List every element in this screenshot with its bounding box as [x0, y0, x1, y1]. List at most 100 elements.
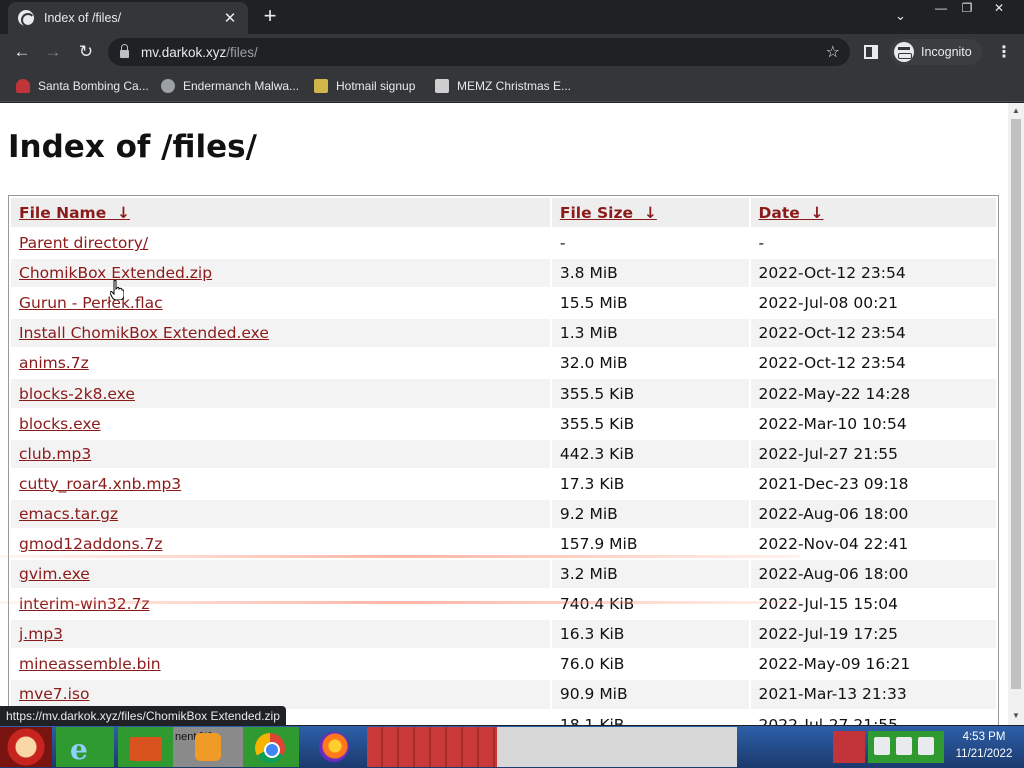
side-panel-icon[interactable]	[864, 45, 878, 59]
folder-icon	[130, 737, 162, 761]
file-date-cell: 2022-Jul-27 21:55	[758, 715, 899, 725]
table-row: blocks-2k8.exe 355.5 KiB 2022-May-22 14:28	[11, 379, 996, 408]
tab-active[interactable]: Index of /files/ ✕	[8, 2, 248, 34]
action-center-flag-icon[interactable]	[874, 737, 890, 755]
bookmark-item[interactable]: Santa Bombing Ca...	[16, 76, 149, 96]
screen-glitch-artifact	[0, 555, 800, 558]
page-title: Index of /files/	[8, 129, 257, 165]
file-link[interactable]: emacs.tar.gz	[19, 505, 118, 523]
file-size-cell: 157.9 MiB	[559, 534, 638, 553]
file-size-cell: 32.0 MiB	[559, 354, 628, 373]
file-link[interactable]: cutty_roar4.xnb.mp3	[19, 475, 181, 493]
taskbar-clock[interactable]: 4:53 PM 11/21/2022	[944, 729, 1024, 765]
file-date-cell: 2022-Jul-19 17:25	[750, 620, 996, 649]
bookmark-item[interactable]: MEMZ Christmas E...	[435, 76, 571, 96]
file-link[interactable]: gvim.exe	[19, 565, 90, 583]
internet-explorer-icon: e	[70, 733, 88, 766]
firefox-icon	[319, 732, 349, 762]
file-size-cell: 17.3 KiB	[559, 474, 625, 493]
file-link[interactable]: gmod12addons.7z	[19, 535, 162, 553]
bookmark-item[interactable]: Hotmail signup	[314, 76, 415, 96]
lock-icon[interactable]	[120, 44, 129, 58]
header-file-size-link[interactable]: File Size ↓	[560, 204, 657, 222]
enderman-icon	[161, 79, 175, 93]
file-link[interactable]: club.mp3	[19, 445, 91, 463]
sort-arrow-icon: ↓	[810, 203, 824, 222]
table-row: mve7.iso 90.9 MiB 2021-Mar-13 21:33	[11, 680, 996, 709]
bookmark-label: MEMZ Christmas E...	[457, 79, 572, 93]
address-bar[interactable]: mv.darkok.xyz/files/ ☆	[108, 38, 850, 66]
table-row: Gurun - Perłek.flac 15.5 MiB 2022-Jul-08 0…	[11, 289, 996, 317]
chrome-icon	[255, 733, 285, 763]
header-file-size[interactable]: File Size ↓	[551, 198, 749, 227]
header-file-name-link[interactable]: File Name ↓	[19, 204, 130, 222]
file-link[interactable]: blocks-2k8.exe	[19, 385, 135, 403]
header-date[interactable]: Date ↓	[750, 198, 996, 227]
scrollbar-thumb[interactable]	[1011, 119, 1021, 689]
taskbar-chrome[interactable]	[243, 727, 299, 767]
network-icon[interactable]	[896, 737, 912, 755]
taskbar-file-explorer[interactable]	[118, 727, 173, 767]
file-date-cell: 2022-Aug-06 18:00	[750, 560, 996, 589]
table-row: gvim.exe 3.2 MiB 2022-Aug-06 18:00	[11, 560, 996, 589]
file-link[interactable]: j.mp3	[19, 625, 63, 643]
table-row: anims.7z 32.0 MiB 2022-Oct-12 23:54	[11, 349, 996, 377]
browser-menu-icon[interactable]: ⋮	[996, 42, 1012, 62]
file-date-cell: 2021-Dec-23 09:18	[758, 474, 909, 493]
volume-icon[interactable]	[918, 737, 934, 755]
tab-strip: Index of /files/ ✕ + ⌄ — ❐ ✕	[0, 0, 1024, 34]
header-file-name[interactable]: File Name ↓	[11, 198, 550, 227]
tab-search-chevron-icon[interactable]: ⌄	[895, 8, 906, 24]
file-name-cell: blocks-2k8.exe	[11, 379, 550, 408]
file-date-cell: 2022-May-22 14:28	[750, 379, 996, 408]
window-minimize-button[interactable]: —	[928, 0, 954, 18]
forward-button[interactable]: →	[42, 41, 64, 63]
bookmark-item[interactable]: Endermanch Malwa...	[161, 76, 299, 96]
file-link[interactable]: Gurun - Perłek.flac	[19, 294, 163, 312]
file-link[interactable]: mineassemble.bin	[19, 655, 161, 673]
file-link[interactable]: mve7.iso	[19, 685, 89, 703]
system-tray	[868, 731, 944, 763]
reload-button[interactable]: ↻	[75, 41, 97, 63]
file-date-cell: 2022-Aug-06 18:00	[750, 499, 996, 528]
file-date-cell: 2022-Oct-12 23:54	[758, 354, 906, 373]
taskbar-internet-explorer[interactable]: e	[56, 727, 114, 767]
vertical-scrollbar[interactable]: ▲ ▼	[1008, 103, 1024, 725]
start-button-santa-icon[interactable]	[0, 727, 52, 767]
bookmark-star-icon[interactable]: ☆	[826, 42, 840, 62]
table-row: interim-win32.7z 740.4 KiB 2022-Jul-15 15:…	[11, 590, 996, 618]
file-date-cell: 2022-Nov-04 22:41	[758, 534, 909, 553]
tab-close-icon[interactable]: ✕	[222, 9, 238, 27]
taskbar-firefox[interactable]	[311, 727, 357, 767]
table-row: j.mp3 16.3 KiB 2022-Jul-19 17:25	[11, 620, 996, 649]
back-button[interactable]: ←	[11, 41, 33, 63]
file-size-cell: 740.4 KiB	[559, 595, 635, 614]
incognito-icon	[894, 42, 914, 62]
file-name-cell: club.mp3	[11, 439, 550, 468]
taskbar-media-player[interactable]: nent [1]	[173, 727, 243, 767]
file-date-cell: 2022-May-09 16:21	[758, 655, 911, 674]
window-restore-button[interactable]: ❐	[954, 0, 980, 18]
window-close-button[interactable]: ✕	[986, 0, 1012, 18]
taskbar-window-button[interactable]	[367, 727, 497, 767]
tray-show-hidden-icons[interactable]	[833, 731, 865, 763]
hand-cursor-icon	[110, 280, 124, 300]
file-name-cell: gmod12addons.7z	[11, 530, 550, 558]
file-size-cell: 90.9 MiB	[551, 680, 749, 709]
scroll-down-arrow-icon[interactable]: ▼	[1012, 711, 1020, 720]
file-link[interactable]: interim-win32.7z	[19, 595, 150, 613]
file-link[interactable]: Parent directory/	[19, 234, 148, 252]
table-row: gmod12addons.7z 157.9 MiB 2022-Nov-04 22:4…	[11, 530, 996, 558]
file-name-cell: ChomikBox Extended.zip	[11, 259, 550, 288]
url-host: mv.darkok.xyz	[141, 44, 227, 60]
new-tab-button[interactable]: +	[258, 5, 282, 29]
sort-arrow-icon: ↓	[643, 203, 657, 222]
taskbar-window-button[interactable]	[497, 727, 737, 767]
file-link[interactable]: anims.7z	[19, 354, 89, 372]
file-link[interactable]: blocks.exe	[19, 415, 101, 433]
header-date-link[interactable]: Date ↓	[759, 204, 824, 222]
scroll-up-arrow-icon[interactable]: ▲	[1012, 106, 1020, 115]
url-path: /files/	[226, 44, 258, 60]
incognito-indicator[interactable]: Incognito	[890, 39, 982, 65]
file-link[interactable]: Install ChomikBox Extended.exe	[19, 324, 269, 342]
